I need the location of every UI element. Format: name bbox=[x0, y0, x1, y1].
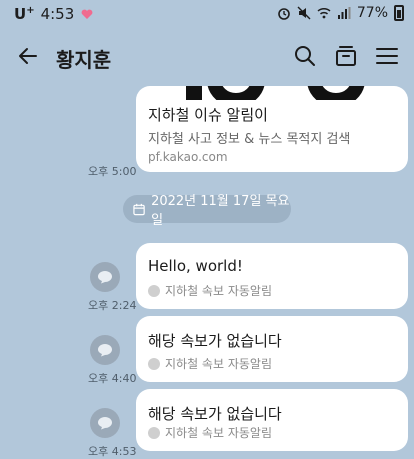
status-time: 4:53 bbox=[40, 5, 75, 23]
heart-arrow-icon bbox=[81, 9, 93, 19]
calendar-icon bbox=[133, 203, 145, 215]
bot-icon bbox=[148, 357, 160, 370]
bot-icon bbox=[148, 426, 160, 439]
mute-icon bbox=[297, 6, 311, 20]
drawer-icon[interactable] bbox=[334, 44, 358, 68]
chat-bubble-icon bbox=[98, 344, 112, 357]
message-time: 오후 5:00 bbox=[88, 165, 137, 178]
message-text: 해당 속보가 없습니다 bbox=[148, 405, 282, 423]
avatar[interactable] bbox=[90, 408, 120, 438]
bot-icon bbox=[148, 284, 160, 297]
avatar[interactable] bbox=[90, 262, 120, 292]
message-time: 오후 4:53 bbox=[88, 445, 137, 458]
link-preview-card[interactable]: 지하철 이슈 알림이 지하철 사고 정보 & 뉴스 목적지 검색 pf.kaka… bbox=[136, 86, 408, 172]
message-bubble[interactable]: Hello, world! 지하철 속보 자동알림 bbox=[136, 243, 408, 309]
message-text: 해당 속보가 없습니다 bbox=[148, 332, 282, 350]
link-preview-image bbox=[186, 86, 365, 100]
message-time: 오후 2:24 bbox=[88, 299, 137, 312]
message-sender: 지하철 속보 자동알림 bbox=[148, 282, 272, 299]
message-bubble[interactable]: 해당 속보가 없습니다 지하철 속보 자동알림 bbox=[136, 316, 408, 382]
chat-bubble-icon bbox=[98, 271, 112, 284]
menu-icon[interactable] bbox=[375, 44, 399, 68]
status-right: 77% bbox=[277, 5, 404, 21]
alarm-icon bbox=[278, 8, 290, 20]
back-arrow-icon[interactable] bbox=[16, 44, 40, 68]
link-title: 지하철 이슈 알림이 bbox=[148, 106, 268, 124]
date-label: 2022년 11월 17일 목요일 bbox=[151, 194, 290, 228]
avatar[interactable] bbox=[90, 335, 120, 365]
message-time: 오후 4:40 bbox=[88, 372, 137, 385]
battery-percent: 77% bbox=[356, 5, 388, 21]
status-bar: U+ 4:53 77% bbox=[0, 0, 414, 30]
chat-header: 황지훈 bbox=[0, 30, 414, 88]
signal-icon bbox=[337, 7, 351, 19]
battery-icon bbox=[394, 5, 404, 21]
chat-bubble-icon bbox=[98, 417, 112, 430]
search-icon[interactable] bbox=[293, 44, 317, 68]
link-description: 지하철 사고 정보 & 뉴스 목적지 검색 bbox=[148, 132, 351, 147]
message-sender: 지하철 속보 자동알림 bbox=[148, 355, 272, 372]
message-bubble[interactable]: 해당 속보가 없습니다 지하철 속보 자동알림 bbox=[136, 389, 408, 451]
wifi-icon bbox=[317, 7, 331, 19]
date-divider: 2022년 11월 17일 목요일 bbox=[123, 194, 291, 228]
link-url[interactable]: pf.kakao.com bbox=[148, 150, 228, 164]
message-text: Hello, world! bbox=[148, 257, 243, 275]
status-left: U+ 4:53 bbox=[14, 5, 94, 23]
message-sender: 지하철 속보 자동알림 bbox=[148, 424, 272, 441]
carrier-label: U+ bbox=[14, 5, 35, 23]
chat-title: 황지훈 bbox=[56, 48, 112, 72]
